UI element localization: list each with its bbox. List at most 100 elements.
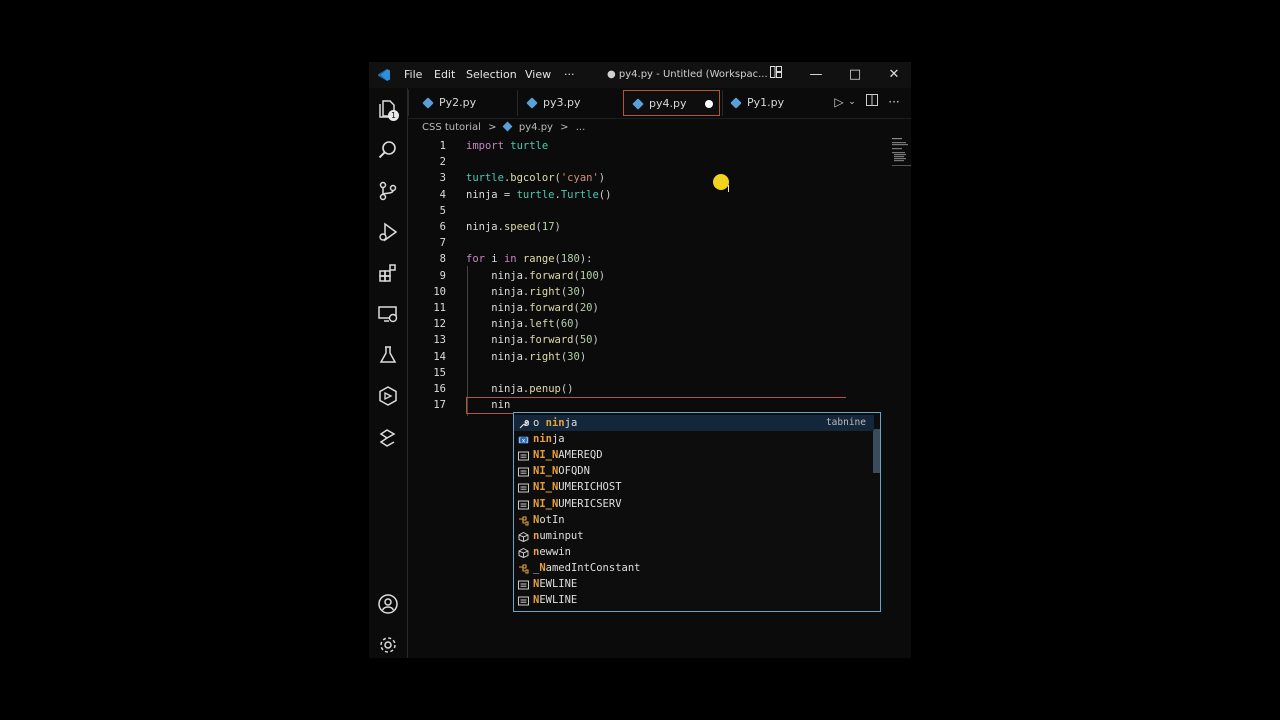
code-text[interactable]: ninja.forward(20) bbox=[466, 300, 599, 316]
variable-icon: [x] bbox=[518, 434, 529, 444]
tab-py4[interactable]: py4.py bbox=[623, 90, 720, 116]
code-text[interactable]: ninja.right(30) bbox=[466, 349, 586, 365]
files-icon[interactable]: 1 bbox=[377, 98, 399, 121]
suggestion-item[interactable]: NotIn bbox=[514, 512, 874, 528]
code-text[interactable]: ninja = turtle.Turtle() bbox=[466, 187, 611, 203]
suggestion-item[interactable]: NI_NUMERICSERV bbox=[514, 496, 874, 512]
settings-gear-icon[interactable] bbox=[377, 634, 399, 656]
code-text[interactable]: nin bbox=[466, 397, 510, 413]
line-number: 8 bbox=[439, 253, 446, 266]
more-actions-icon[interactable]: ··· bbox=[886, 94, 902, 110]
suggestion-item[interactable]: NI_NUMERICHOST bbox=[514, 479, 874, 495]
line-number: 1 bbox=[439, 140, 446, 152]
explorer-badge: 1 bbox=[388, 110, 399, 121]
extensions-icon[interactable] bbox=[377, 262, 399, 284]
breadcrumb-sep: > bbox=[560, 122, 569, 133]
autocomplete-widget[interactable]: o ninja tabnine [x] ninja NI_NAMEREQD NI_NOFQ… bbox=[513, 412, 881, 612]
line-number: 6 bbox=[439, 221, 446, 233]
title-bar: File Edit Selection View ··· ● py4.py - … bbox=[369, 62, 911, 88]
menu-selection[interactable]: Selection bbox=[466, 68, 517, 81]
tab-py2[interactable]: Py2.py bbox=[414, 90, 514, 116]
unsaved-dot-icon[interactable] bbox=[705, 100, 713, 108]
suggestion-item[interactable]: [x] ninja bbox=[514, 431, 874, 447]
constant-icon bbox=[518, 482, 529, 493]
python-file-icon bbox=[632, 98, 644, 110]
code-text[interactable]: ninja.forward(50) bbox=[466, 332, 599, 348]
line-number: 2 bbox=[439, 156, 446, 169]
tab-label: Py1.py bbox=[747, 96, 785, 109]
search-icon[interactable] bbox=[377, 139, 399, 161]
line-number: 15 bbox=[433, 366, 446, 379]
python-file-icon bbox=[526, 97, 538, 109]
class-icon bbox=[518, 515, 529, 526]
menu-file[interactable]: File bbox=[404, 68, 422, 81]
suggestion-item[interactable]: o ninja tabnine bbox=[514, 415, 874, 431]
code-text[interactable]: ninja.left(60) bbox=[466, 316, 580, 332]
code-text[interactable]: import turtle bbox=[466, 138, 548, 154]
minimap[interactable] bbox=[892, 138, 911, 168]
vscode-logo-icon bbox=[378, 69, 390, 81]
source-control-icon[interactable] bbox=[377, 180, 399, 202]
suggestion-item[interactable]: NI_NOFQDN bbox=[514, 463, 874, 479]
menu-view[interactable]: View bbox=[525, 68, 551, 81]
suggestion-label: _NamedIntConstant bbox=[533, 561, 641, 574]
line-number: 7 bbox=[439, 237, 446, 250]
suggestion-label: NI_NUMERICSERV bbox=[533, 497, 622, 510]
line-number: 13 bbox=[433, 334, 446, 347]
tab-label: py4.py bbox=[649, 97, 687, 110]
code-text[interactable]: ninja.penup() bbox=[466, 381, 573, 397]
editor-tab-bar: Py2.py py3.py py4.py Py1.py ▷ ⌄ ··· bbox=[408, 88, 911, 119]
suggestion-label: NEWLINE bbox=[533, 578, 578, 590]
layout-icon[interactable] bbox=[767, 66, 785, 84]
suggestion-label: NI_NAMEREQD bbox=[533, 449, 603, 462]
constant-icon bbox=[518, 450, 529, 461]
minimize-icon[interactable]: — bbox=[807, 66, 825, 84]
suggestion-item[interactable]: _NamedIntConstant bbox=[514, 560, 874, 576]
line-number: 14 bbox=[433, 350, 446, 363]
code-text[interactable]: turtle.bgcolor('cyan') bbox=[466, 170, 605, 186]
breadcrumb-file[interactable]: py4.py bbox=[519, 122, 553, 133]
activity-bar: 1 bbox=[369, 88, 408, 658]
run-debug-icon[interactable] bbox=[377, 221, 399, 243]
breadcrumb-symbol[interactable]: ... bbox=[576, 122, 586, 133]
remote-explorer-icon[interactable] bbox=[377, 303, 399, 325]
pipelines-icon[interactable] bbox=[377, 426, 399, 448]
tab-label: Py2.py bbox=[439, 96, 477, 109]
breadcrumb-folder[interactable]: CSS tutorial bbox=[422, 122, 481, 133]
containers-icon[interactable] bbox=[377, 385, 399, 407]
suggestion-item[interactable]: NI_NAMEREQD bbox=[514, 447, 874, 463]
close-icon[interactable]: ✕ bbox=[885, 66, 903, 84]
suggestion-label: NEWLINE bbox=[533, 594, 578, 607]
suggestion-label: ninja bbox=[533, 433, 565, 446]
wrench-icon bbox=[518, 418, 530, 429]
code-text[interactable]: for i in range(180): bbox=[466, 251, 593, 267]
menu-edit[interactable]: Edit bbox=[434, 68, 455, 81]
code-text[interactable]: ninja.speed(17) bbox=[466, 219, 561, 235]
tab-py3[interactable]: py3.py bbox=[518, 90, 618, 116]
svg-text:[x]: [x] bbox=[518, 437, 529, 444]
suggestion-item[interactable]: NEWLINE bbox=[514, 576, 874, 592]
account-icon[interactable] bbox=[377, 593, 399, 615]
menu-more[interactable]: ··· bbox=[564, 68, 575, 81]
code-text[interactable]: ninja.right(30) bbox=[466, 284, 586, 300]
maximize-icon[interactable]: □ bbox=[846, 66, 864, 84]
suggestion-item[interactable]: numinput bbox=[514, 528, 874, 544]
text-cursor-icon: I bbox=[727, 184, 730, 195]
code-text[interactable]: ninja.forward(100) bbox=[466, 268, 605, 284]
suggestion-item[interactable]: NEWLINE bbox=[514, 592, 874, 608]
testing-icon[interactable] bbox=[377, 344, 399, 366]
chevron-down-icon[interactable]: ⌄ bbox=[844, 94, 860, 110]
line-number: 9 bbox=[439, 269, 446, 282]
tab-py1[interactable]: Py1.py bbox=[722, 90, 822, 116]
suggestion-source: tabnine bbox=[825, 417, 866, 428]
constant-icon bbox=[518, 466, 529, 477]
suggestion-label: newwin bbox=[533, 545, 571, 558]
python-file-icon bbox=[502, 121, 513, 132]
suggestion-item[interactable]: newwin bbox=[514, 544, 874, 560]
breadcrumb-sep: > bbox=[488, 122, 497, 133]
line-number: 17 bbox=[433, 399, 446, 412]
line-number: 10 bbox=[433, 285, 446, 298]
window-title: ● py4.py - Untitled (Workspac... bbox=[607, 69, 768, 80]
split-editor-icon[interactable] bbox=[864, 94, 880, 110]
suggest-scrollbar[interactable] bbox=[873, 429, 880, 473]
